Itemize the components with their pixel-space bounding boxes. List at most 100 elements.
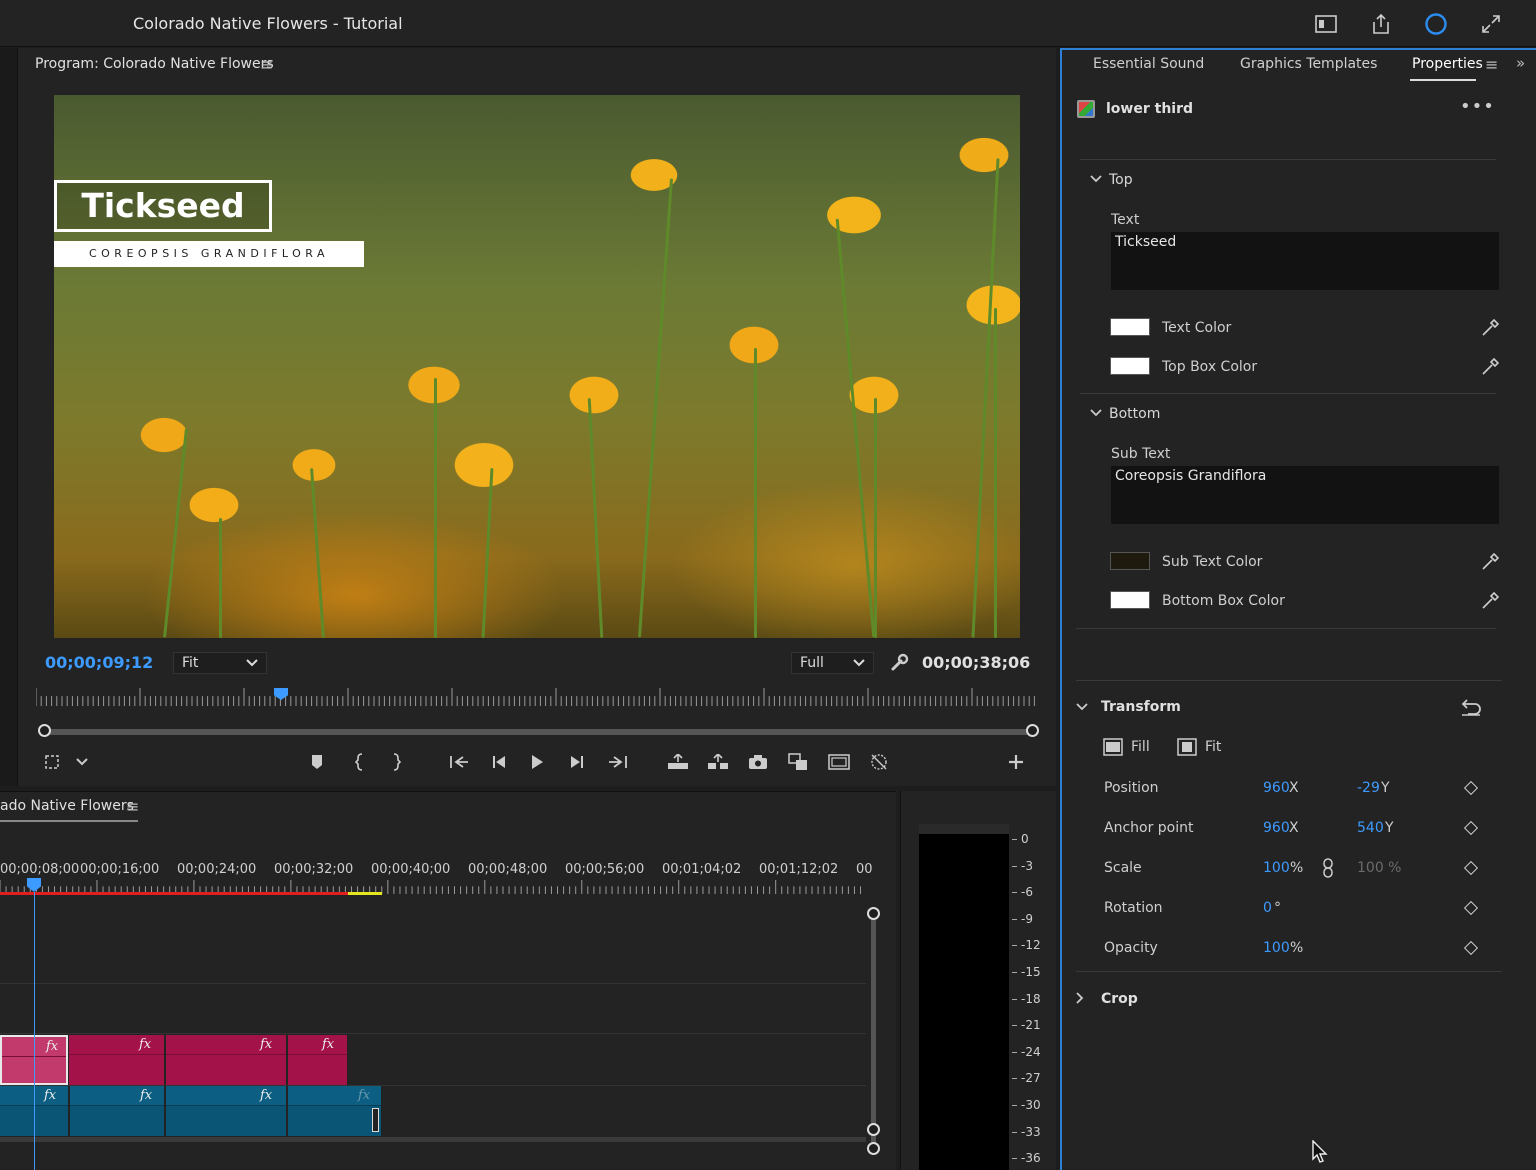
transform-title[interactable]: Transform <box>1101 699 1181 715</box>
audio-clip[interactable]: fx <box>288 1086 382 1136</box>
step-back-icon[interactable] <box>485 748 513 776</box>
db-scale-tick <box>1012 1105 1017 1106</box>
anchor-y-value[interactable]: 540 <box>1357 820 1384 836</box>
db-scale-label: -27 <box>1021 1071 1041 1086</box>
fill-label[interactable]: Fill <box>1131 739 1150 755</box>
video-clip[interactable]: fx <box>288 1035 348 1085</box>
lift-icon[interactable] <box>664 748 692 776</box>
step-forward-icon[interactable] <box>563 748 591 776</box>
scroll-handle-bottom-2[interactable] <box>867 1142 880 1155</box>
program-video-frame[interactable] <box>54 95 1020 638</box>
degree-unit: ° <box>1274 900 1281 916</box>
add-marker-icon[interactable] <box>303 748 331 776</box>
render-bar-yellow <box>348 892 382 895</box>
section-bottom-toggle[interactable] <box>1089 406 1103 422</box>
vr-video-icon[interactable] <box>865 748 893 776</box>
comparison-view-icon[interactable] <box>784 748 812 776</box>
properties-menu-icon[interactable]: ≡ <box>1485 55 1498 74</box>
tab-graphics-templates[interactable]: Graphics Templates <box>1240 56 1377 72</box>
scroll-handle-top[interactable] <box>867 907 880 920</box>
extract-icon[interactable] <box>704 748 732 776</box>
audio-clip[interactable]: fx <box>70 1086 165 1136</box>
play-icon[interactable] <box>523 748 551 776</box>
eyedropper-icon[interactable] <box>1480 357 1500 377</box>
mark-out-icon[interactable] <box>382 748 410 776</box>
reset-icon[interactable] <box>1460 697 1482 721</box>
crop-title[interactable]: Crop <box>1101 991 1138 1007</box>
video-clip[interactable]: fx <box>166 1035 287 1085</box>
sub-text-field[interactable]: Coreopsis Grandiflora <box>1111 466 1499 524</box>
tab-properties[interactable]: Properties <box>1412 56 1483 72</box>
timeline-vertical-scrollbar[interactable] <box>871 914 876 1150</box>
mark-in-icon[interactable] <box>346 748 374 776</box>
program-time-ruler[interactable] <box>36 688 1036 706</box>
tab-essential-sound[interactable]: Essential Sound <box>1093 56 1204 72</box>
section-top-toggle[interactable] <box>1089 172 1103 188</box>
program-monitor-title[interactable]: Program: Colorado Native Flowers <box>35 56 274 72</box>
position-label: Position <box>1104 780 1159 796</box>
fill-frame-icon[interactable] <box>1103 738 1123 760</box>
db-scale-tick <box>1012 1051 1017 1053</box>
position-x-value[interactable]: 960 <box>1263 780 1290 796</box>
audio-clip[interactable]: fx <box>166 1086 287 1136</box>
text-color-swatch[interactable] <box>1110 318 1150 336</box>
track-separator <box>0 983 866 984</box>
share-export-icon[interactable] <box>1367 10 1395 38</box>
panel-layout-icon[interactable] <box>1312 10 1340 38</box>
add-button-icon[interactable] <box>1002 748 1030 776</box>
timeline-time-label: 00;01;04;02 <box>662 862 742 877</box>
fit-frame-icon[interactable] <box>1177 738 1197 760</box>
wrench-settings-icon[interactable] <box>890 652 910 672</box>
anchor-x-value[interactable]: 960 <box>1263 820 1290 836</box>
section-bottom-title[interactable]: Bottom <box>1109 406 1160 422</box>
chevron-down-icon[interactable] <box>68 748 96 776</box>
chevron-right-icon <box>1076 992 1084 1004</box>
x-unit: X <box>1289 780 1299 796</box>
db-scale-tick <box>1012 839 1017 840</box>
transform-toggle[interactable] <box>1075 700 1089 716</box>
camera-export-frame-icon[interactable] <box>744 748 772 776</box>
playback-resolution-dropdown[interactable]: Full <box>791 652 874 674</box>
program-menu-icon[interactable]: ≡ <box>260 55 273 74</box>
fit-label[interactable]: Fit <box>1205 739 1221 755</box>
eyedropper-icon[interactable] <box>1480 318 1500 338</box>
video-clip[interactable]: fx <box>69 1035 165 1085</box>
db-scale-tick <box>1012 1025 1017 1027</box>
graphic-clip-icon <box>1077 100 1095 118</box>
opacity-value[interactable]: 100 <box>1263 940 1290 956</box>
crop-toggle[interactable] <box>1075 991 1085 1009</box>
db-scale-label: -30 <box>1021 1098 1041 1112</box>
current-timecode[interactable]: 00;00;09;12 <box>45 653 153 672</box>
progress-indicator-icon[interactable] <box>1422 10 1450 38</box>
zoom-handle-end[interactable] <box>1026 724 1039 737</box>
timeline-sequence-tab[interactable]: ado Native Flowers <box>0 798 134 814</box>
top-text-field[interactable]: Tickseed <box>1111 232 1499 290</box>
link-chain-icon[interactable] <box>1322 858 1334 882</box>
sub-text-color-swatch[interactable] <box>1110 552 1150 570</box>
fullscreen-icon[interactable] <box>1477 10 1505 38</box>
eyedropper-icon[interactable] <box>1480 591 1500 611</box>
safe-margins-icon[interactable] <box>38 748 66 776</box>
scroll-handle-bottom[interactable] <box>867 1123 880 1136</box>
eyedropper-icon[interactable] <box>1480 552 1500 572</box>
timeline-time-label: 00;00;40;00 <box>371 862 451 877</box>
toggle-proxies-icon[interactable] <box>825 748 853 776</box>
go-to-in-icon[interactable] <box>445 748 473 776</box>
zoom-level-dropdown[interactable]: Fit <box>173 652 267 674</box>
clip-options-icon[interactable]: ••• <box>1460 96 1495 117</box>
bottom-box-color-label: Bottom Box Color <box>1162 593 1285 609</box>
chevron-down-icon <box>1090 175 1102 183</box>
go-to-out-icon[interactable] <box>604 748 632 776</box>
scale-value[interactable]: 100 <box>1263 860 1290 876</box>
bottom-box-color-swatch[interactable] <box>1110 591 1150 609</box>
program-zoom-scrollbar[interactable] <box>44 729 1032 735</box>
zoom-handle-start[interactable] <box>38 724 51 737</box>
playback-resolution-value: Full <box>800 655 824 671</box>
more-panels-icon[interactable]: » <box>1516 54 1525 72</box>
chevron-down-icon <box>853 655 865 671</box>
top-box-color-swatch[interactable] <box>1110 357 1150 375</box>
position-y-value[interactable]: -29 <box>1357 780 1380 796</box>
timeline-menu-icon[interactable]: ≡ <box>126 797 139 816</box>
section-top-title[interactable]: Top <box>1109 172 1133 188</box>
rotation-value[interactable]: 0 <box>1263 900 1272 916</box>
